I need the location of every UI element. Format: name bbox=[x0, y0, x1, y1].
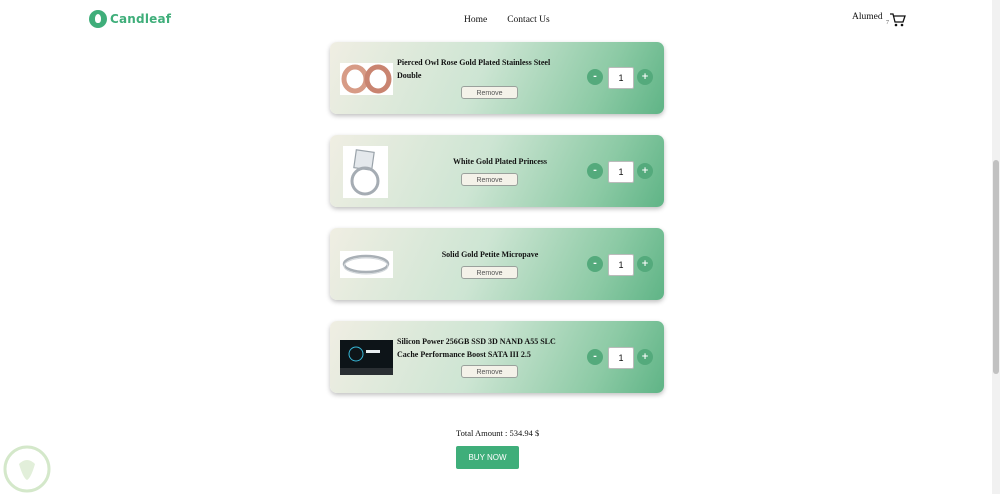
product-image bbox=[340, 251, 393, 278]
product-title: Solid Gold Petite Micropave bbox=[441, 250, 539, 259]
quantity-increase-button[interactable]: + bbox=[637, 349, 653, 365]
quantity-decrease-button[interactable]: - bbox=[587, 349, 603, 365]
leaf-icon bbox=[89, 10, 107, 28]
product-image bbox=[340, 340, 393, 375]
quantity-value[interactable]: 1 bbox=[608, 161, 634, 183]
quantity-value[interactable]: 1 bbox=[608, 67, 634, 89]
product-title: Pierced Owl Rose Gold Plated Stainless S… bbox=[397, 58, 551, 80]
quantity-value[interactable]: 1 bbox=[608, 347, 634, 369]
brand-logo[interactable]: Candleaf bbox=[89, 10, 171, 28]
remove-button[interactable]: Remove bbox=[461, 266, 518, 279]
total-amount: Total Amount : 534.94 $ bbox=[456, 428, 540, 438]
nav-home-link[interactable]: Home bbox=[464, 15, 487, 25]
quantity-value[interactable]: 1 bbox=[608, 254, 634, 276]
product-title: Silicon Power 256GB SSD 3D NAND A55 SLC … bbox=[397, 337, 556, 359]
quantity-increase-button[interactable]: + bbox=[637, 163, 653, 179]
remove-button[interactable]: Remove bbox=[461, 86, 518, 99]
brand-name: Candleaf bbox=[110, 12, 172, 26]
main-nav: Home Contact Us bbox=[464, 15, 550, 25]
quantity-decrease-button[interactable]: - bbox=[587, 256, 603, 272]
user-name[interactable]: Alumed bbox=[852, 12, 883, 22]
product-image bbox=[343, 146, 388, 198]
top-navbar: Candleaf Home Contact Us Alumed 7 bbox=[0, 0, 992, 38]
quantity-decrease-button[interactable]: - bbox=[587, 69, 603, 85]
leaf-watermark-icon bbox=[3, 445, 51, 493]
cart-icon[interactable] bbox=[886, 12, 906, 28]
cart-count-badge: 7 bbox=[886, 20, 889, 26]
product-title: White Gold Plated Princess bbox=[453, 157, 547, 166]
quantity-increase-button[interactable]: + bbox=[637, 69, 653, 85]
cart-item-card: Silicon Power 256GB SSD 3D NAND A55 SLC … bbox=[330, 321, 664, 393]
cart-item-card: Solid Gold Petite Micropave Remove - 1 + bbox=[330, 228, 664, 300]
cart-item-card: Pierced Owl Rose Gold Plated Stainless S… bbox=[330, 42, 664, 114]
buy-now-button[interactable]: BUY NOW bbox=[456, 446, 519, 469]
cart-item-card: White Gold Plated Princess Remove - 1 + bbox=[330, 135, 664, 207]
quantity-decrease-button[interactable]: - bbox=[587, 163, 603, 179]
product-image bbox=[340, 63, 393, 95]
remove-button[interactable]: Remove bbox=[461, 365, 518, 378]
quantity-increase-button[interactable]: + bbox=[637, 256, 653, 272]
vertical-scrollbar[interactable] bbox=[992, 0, 1000, 494]
nav-contact-link[interactable]: Contact Us bbox=[507, 15, 549, 25]
remove-button[interactable]: Remove bbox=[461, 173, 518, 186]
scrollbar-thumb[interactable] bbox=[993, 160, 999, 374]
